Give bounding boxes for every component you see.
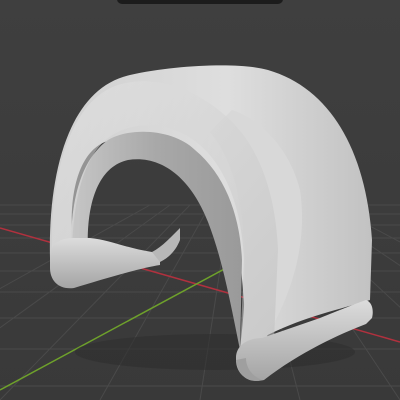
viewport-canvas bbox=[0, 0, 400, 400]
3d-viewport[interactable] bbox=[0, 0, 400, 400]
header-tab[interactable] bbox=[117, 0, 283, 4]
